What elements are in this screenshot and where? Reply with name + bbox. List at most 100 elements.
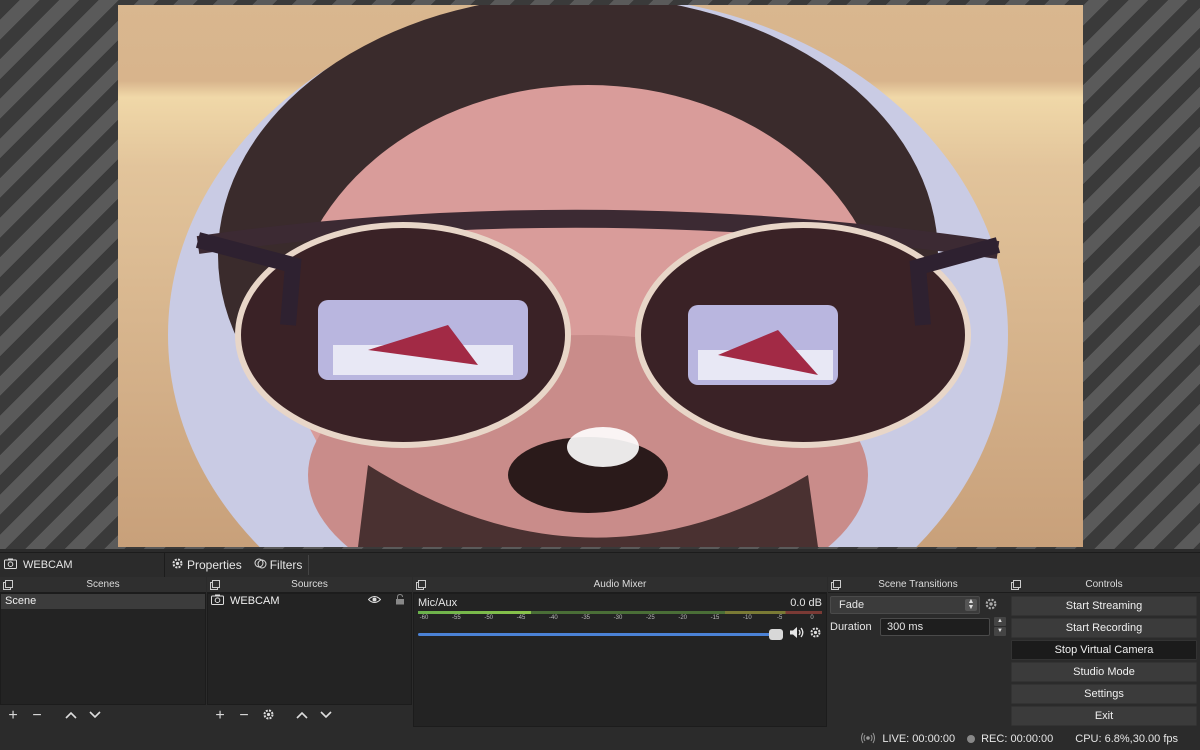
eye-icon[interactable] [367,594,382,609]
exit-button[interactable]: Exit [1011,706,1197,726]
float-dock-icon[interactable] [210,580,220,590]
channel-name: Mic/Aux [418,597,458,609]
meter-tick-label: -15 [710,615,720,621]
scenes-dock-title: Scenes [0,577,206,593]
scene-transitions-title-text: Scene Transitions [878,579,958,590]
remove-source-button[interactable]: − [233,706,255,726]
lock-icon[interactable] [395,593,405,610]
stepper-down-icon[interactable]: ▼ [994,627,1006,636]
audio-mixer-title-text: Audio Mixer [593,579,647,590]
add-source-button[interactable]: + [209,706,231,726]
add-scene-button[interactable]: + [2,706,24,726]
broadcast-icon [860,732,876,747]
transition-select[interactable]: Fade ▲ ▼ [830,596,980,614]
meter-tick-label: -25 [645,615,655,621]
gear-icon[interactable] [984,597,998,614]
mixer-channel: Mic/Aux 0.0 dB -60 -55 -50 -45 -40 -35 -30 -25-… [414,594,826,642]
source-toolbar: WEBCAM Properties Filters [0,552,1200,577]
chevron-up-icon [65,710,77,722]
channel-level: 0.0 dB [790,597,822,609]
preview-canvas[interactable] [0,0,1200,549]
meter-tick-label: -5 [776,615,783,621]
float-dock-icon[interactable] [831,580,841,590]
speaker-icon[interactable] [789,626,805,642]
audio-mixer-dock: Audio Mixer Mic/Aux 0.0 dB -60 -55 -50 -45-… [413,577,827,727]
move-scene-up-button[interactable] [60,706,82,726]
filters-button[interactable]: Filters [248,554,309,576]
cpu-fps: CPU: 6.8%,30.00 fps [1075,733,1178,745]
duration-label: Duration [830,620,872,633]
meter-tick-label: -30 [613,615,623,621]
record-dot-icon [967,735,976,743]
chevron-down-icon [320,710,332,722]
move-source-up-button[interactable] [291,706,313,726]
status-bar: LIVE: 00:00:00 REC: 00:00:00 CPU: 6.8%,3… [0,728,1200,750]
remove-scene-button[interactable]: − [26,706,48,726]
sources-dock: Sources WEBCAM + − [207,577,412,727]
chevron-down-icon [89,710,101,722]
meter-tick-label: -35 [581,615,590,621]
transition-select-value: Fade [839,599,865,611]
settings-button[interactable]: Settings [1011,684,1197,704]
stop-virtual-camera-button[interactable]: Stop Virtual Camera [1011,640,1197,660]
sources-list: WEBCAM [207,593,412,705]
float-dock-icon[interactable] [416,580,426,590]
audio-mixer-title: Audio Mixer [413,577,827,593]
selected-source: WEBCAM [0,552,165,577]
live-time: LIVE: 00:00:00 [882,733,956,745]
controls-title: Controls [1008,577,1200,593]
scene-transitions-dock: Scene Transitions Fade ▲ ▼ Duration 300 m… [828,577,1008,727]
move-source-down-button[interactable] [315,706,337,726]
source-item[interactable]: WEBCAM [208,593,411,610]
camera-icon [211,594,224,610]
meter-tick-label: -20 [678,615,687,621]
sources-footer: + − [207,705,412,727]
float-dock-icon[interactable] [1011,580,1021,590]
filter-icon [254,557,267,573]
volume-slider[interactable] [418,628,783,640]
filters-label: Filters [269,557,303,572]
plus-icon: + [8,707,18,724]
start-streaming-button[interactable]: Start Streaming [1011,596,1197,616]
controls-dock: Controls Start Streaming Start Recording… [1008,577,1200,727]
duration-field[interactable]: 300 ms [880,617,990,636]
properties-label: Properties [187,557,242,572]
minus-icon: − [32,707,42,724]
meter-tick-label: -10 [742,615,752,621]
gear-icon [262,708,275,724]
studio-mode-button[interactable]: Studio Mode [1011,662,1197,682]
start-recording-button[interactable]: Start Recording [1011,618,1197,638]
toolbar-divider [308,554,310,575]
minus-icon: − [239,707,249,724]
gear-icon [171,557,184,573]
volume-slider-handle[interactable] [769,628,783,640]
select-arrows-icon: ▲ ▼ [965,598,977,611]
stepper-up-icon[interactable]: ▲ [994,617,1006,626]
audio-mixer-body: Mic/Aux 0.0 dB -60 -55 -50 -45 -40 -35 -30 -25-… [413,593,827,727]
move-scene-down-button[interactable] [84,706,106,726]
scenes-list: Scene [0,593,206,705]
rec-time: REC: 00:00:00 [981,733,1054,745]
controls-title-text: Controls [1085,579,1123,590]
meter-ticks: -60 -55 -50 -45 -40 -35 -30 -25 -20 -15 -10 -5 0 [418,614,822,624]
meter-tick-label: -50 [484,615,493,621]
meter-tick-label: 0 [810,615,814,621]
float-dock-icon[interactable] [3,580,13,590]
properties-button[interactable]: Properties [165,554,248,576]
gear-icon[interactable] [809,626,822,642]
scenes-footer: + − [0,705,206,727]
scene-transitions-title: Scene Transitions [828,577,1008,593]
source-properties-button[interactable] [257,706,279,726]
camera-icon [4,558,17,572]
selected-source-name: WEBCAM [23,558,73,571]
chevron-up-icon [296,710,308,722]
webcam-video-frame [118,5,1083,547]
meter-tick-label: -40 [548,615,558,621]
meter-tick-label: -60 [419,615,429,621]
duration-stepper[interactable]: ▲ ▼ [994,617,1006,636]
plus-icon: + [215,707,225,724]
source-item-label: WEBCAM [230,595,280,607]
scene-item[interactable]: Scene [1,594,205,609]
webcam-image [168,5,1008,547]
sources-title-text: Sources [291,579,328,590]
